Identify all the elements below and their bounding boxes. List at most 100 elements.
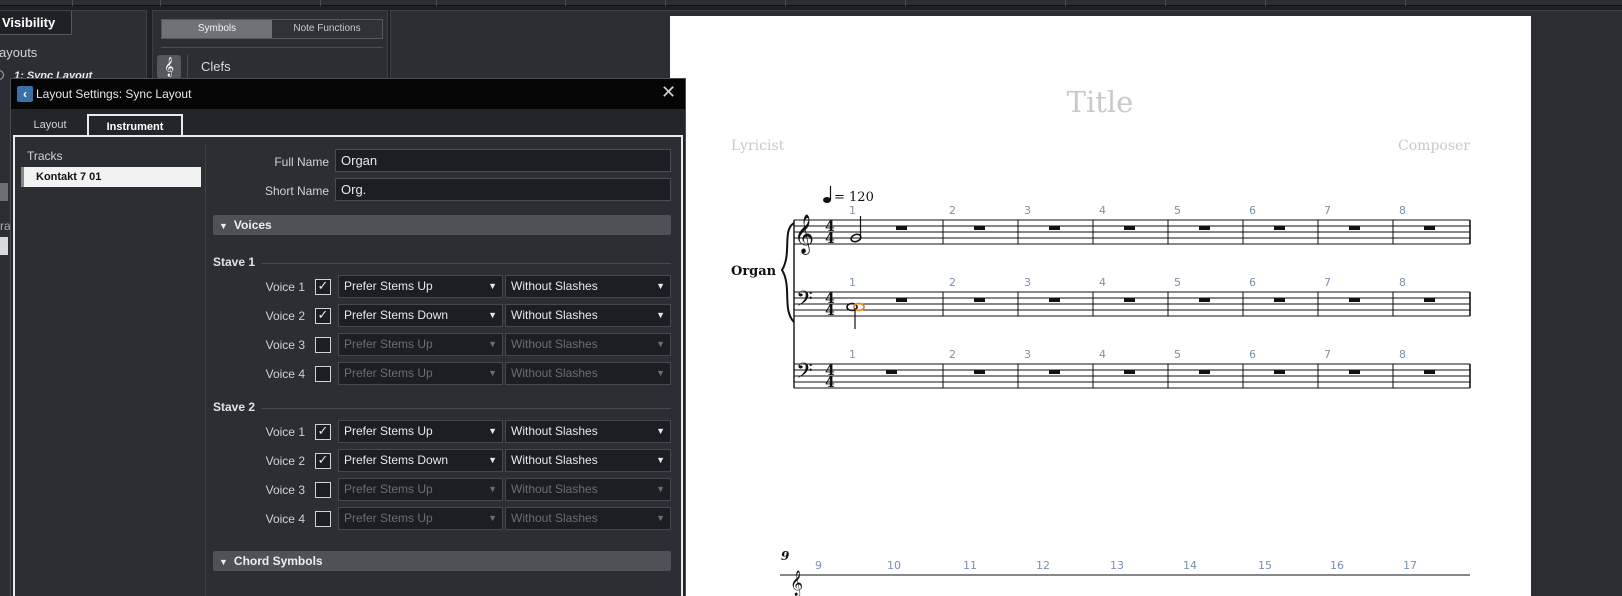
bar-number[interactable]: 8 [1399,276,1406,289]
stem-direction-dropdown[interactable]: Prefer Stems Down ▼ [338,304,503,327]
tempo-marking[interactable]: = 120 [823,186,874,205]
short-name-field[interactable]: Org. [335,178,671,201]
bar-number[interactable]: 6 [1249,276,1256,289]
whole-rest[interactable] [896,226,907,230]
whole-rest[interactable] [974,226,985,230]
whole-rest[interactable] [896,298,907,302]
stem-direction-dropdown[interactable]: Prefer Stems Up ▼ [338,420,503,443]
bar-number[interactable]: 5 [1174,348,1181,361]
bar-number[interactable]: 1 [849,204,856,217]
bar-number[interactable]: 12 [1036,559,1050,572]
stem-direction-dropdown[interactable]: Prefer Stems Up ▼ [338,507,503,530]
bar-number[interactable]: 2 [949,276,956,289]
full-name-field[interactable]: Organ [335,149,671,172]
close-icon[interactable]: ✕ [661,82,676,103]
layout-radio[interactable] [0,70,4,80]
voice-checkbox[interactable] [315,482,331,498]
bar-number[interactable]: 6 [1249,204,1256,217]
bar-number[interactable]: 5 [1174,276,1181,289]
stem-direction-dropdown[interactable]: Prefer Stems Up ▼ [338,478,503,501]
whole-rest[interactable] [1274,370,1285,374]
voices-section-header[interactable]: ▼ Voices [213,215,671,235]
whole-rest[interactable] [1274,298,1285,302]
track-list-item[interactable]: Kontakt 7 01 [21,167,201,187]
whole-rest[interactable] [1049,370,1060,374]
score-page[interactable]: Title Lyricist Composer = 120 Organ 𝄞 4 4 1… [670,16,1531,596]
instrument-name[interactable]: Organ [731,264,777,279]
bar-number[interactable]: 7 [1324,204,1331,217]
bar-number[interactable]: 2 [949,204,956,217]
slash-dropdown[interactable]: Without Slashes ▼ [505,275,671,298]
bar-number[interactable]: 4 [1099,348,1106,361]
bar-number[interactable]: 15 [1258,559,1272,572]
bar-number[interactable]: 7 [1324,276,1331,289]
voice-checkbox[interactable] [315,366,331,382]
whole-rest[interactable] [1199,370,1210,374]
whole-rest[interactable] [1199,226,1210,230]
whole-rest[interactable] [1349,370,1360,374]
voice-checkbox[interactable]: ✓ [315,424,331,440]
bar-number[interactable]: 1 [849,276,856,289]
whole-rest[interactable] [1349,226,1360,230]
bar-number[interactable]: 6 [1249,348,1256,361]
whole-rest[interactable] [974,370,985,374]
voice-checkbox[interactable] [315,337,331,353]
tab-instrument[interactable]: Instrument [87,114,183,137]
back-arrow-icon[interactable]: ‹ [17,86,33,102]
bar-number[interactable]: 16 [1330,559,1344,572]
stem-direction-dropdown[interactable]: Prefer Stems Up ▼ [338,275,503,298]
bar-number[interactable]: 5 [1174,204,1181,217]
score-title[interactable]: Title [1067,85,1134,119]
bar-number[interactable]: 4 [1099,276,1106,289]
slash-dropdown[interactable]: Without Slashes ▼ [505,304,671,327]
stem-direction-dropdown[interactable]: Prefer Stems Up ▼ [338,333,503,356]
slash-dropdown[interactable]: Without Slashes ▼ [505,478,671,501]
bar-number[interactable]: 13 [1110,559,1124,572]
whole-rest[interactable] [974,298,985,302]
treble-clef-icon[interactable]: 𝄞 [157,55,181,79]
bar-number[interactable]: 10 [887,559,901,572]
lyricist-text[interactable]: Lyricist [731,138,785,154]
composer-text[interactable]: Composer [1398,138,1470,154]
stem-direction-dropdown[interactable]: Prefer Stems Down ▼ [338,449,503,472]
whole-rest[interactable] [1199,298,1210,302]
chord-symbols-section-header[interactable]: ▼ Chord Symbols [213,551,671,571]
bar-number[interactable]: 3 [1024,204,1031,217]
voice-checkbox[interactable]: ✓ [315,308,331,324]
slash-dropdown[interactable]: Without Slashes ▼ [505,449,671,472]
bar-number[interactable]: 11 [963,559,977,572]
visibility-tab[interactable]: Visibility [0,11,72,35]
whole-rest[interactable] [1049,226,1060,230]
whole-rest[interactable] [1424,226,1435,230]
whole-rest[interactable] [1124,298,1135,302]
voice-checkbox[interactable] [315,511,331,527]
bar-number[interactable]: 8 [1399,204,1406,217]
bar-number[interactable]: 14 [1183,559,1197,572]
whole-rest[interactable] [1049,298,1060,302]
voice-checkbox[interactable]: ✓ [315,453,331,469]
stem-direction-dropdown[interactable]: Prefer Stems Up ▼ [338,362,503,385]
whole-rest[interactable] [1349,298,1360,302]
bar-number[interactable]: 4 [1099,204,1106,217]
slash-dropdown[interactable]: Without Slashes ▼ [505,362,671,385]
bar-number[interactable]: 7 [1324,348,1331,361]
whole-rest[interactable] [1124,226,1135,230]
bar-number[interactable]: 8 [1399,348,1406,361]
bar-number[interactable]: 2 [949,348,956,361]
whole-rest[interactable] [886,370,897,374]
slash-dropdown[interactable]: Without Slashes ▼ [505,507,671,530]
bar-number[interactable]: 3 [1024,348,1031,361]
slash-dropdown[interactable]: Without Slashes ▼ [505,420,671,443]
whole-rest[interactable] [1274,226,1285,230]
whole-rest[interactable] [1124,370,1135,374]
slash-dropdown[interactable]: Without Slashes ▼ [505,333,671,356]
clefs-label[interactable]: Clefs [201,59,231,74]
bar-number[interactable]: 1 [849,348,856,361]
bar-number[interactable]: 17 [1403,559,1417,572]
voice-checkbox[interactable]: ✓ [315,279,331,295]
bar-number[interactable]: 3 [1024,276,1031,289]
bar-number[interactable]: 9 [815,559,822,572]
tab-symbols[interactable]: Symbols [162,20,272,38]
whole-rest[interactable] [1424,370,1435,374]
whole-rest[interactable] [1424,298,1435,302]
